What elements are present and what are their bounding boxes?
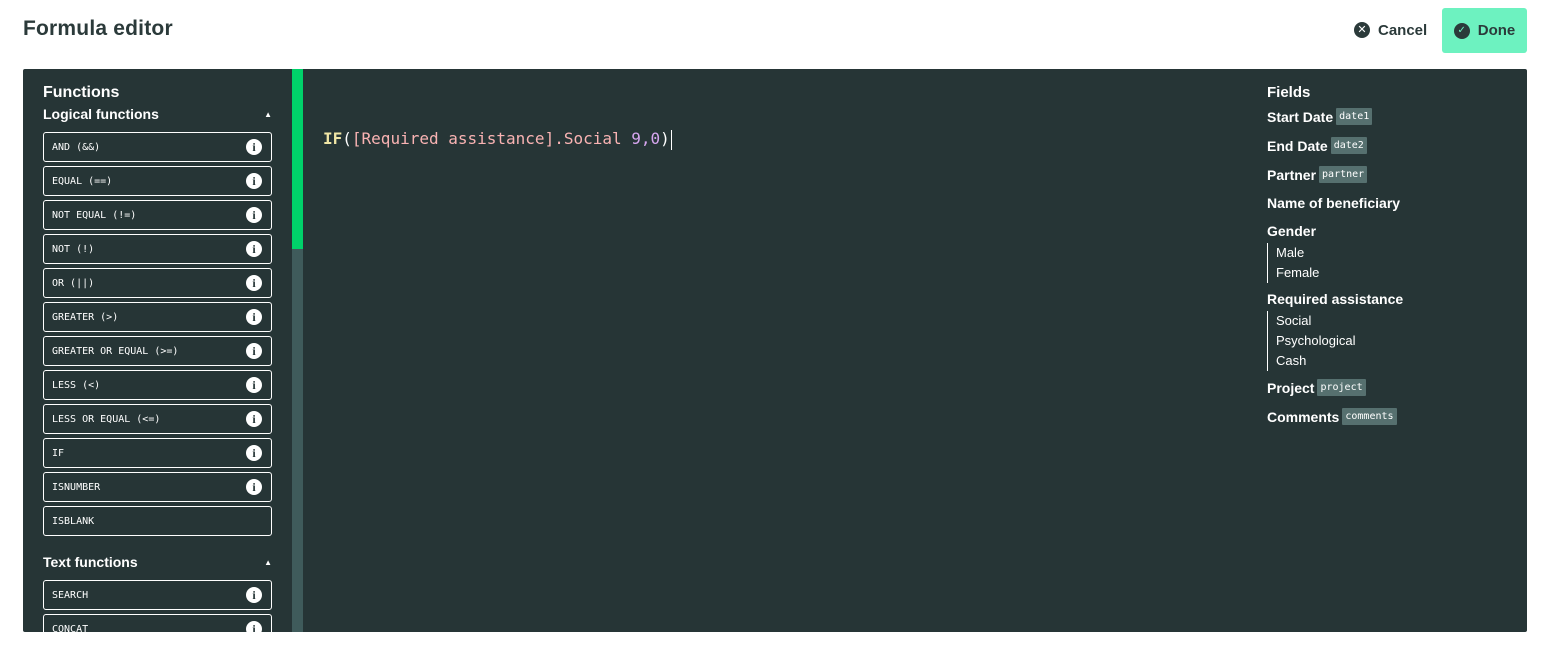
function-label: IF bbox=[52, 447, 65, 459]
info-icon[interactable]: i bbox=[246, 241, 262, 257]
info-icon[interactable]: i bbox=[246, 173, 262, 189]
field-label: Comments bbox=[1267, 408, 1340, 425]
gender-options: Male Female bbox=[1267, 243, 1319, 283]
option-psychological[interactable]: Psychological bbox=[1276, 331, 1356, 351]
info-icon[interactable]: i bbox=[246, 139, 262, 155]
info-icon[interactable]: i bbox=[246, 207, 262, 223]
function-item-not-equal[interactable]: NOT EQUAL (!=) i bbox=[43, 200, 272, 230]
function-label: AND (&&) bbox=[52, 141, 101, 153]
required-assistance-options: Social Psychological Cash bbox=[1267, 311, 1356, 371]
function-label: OR (||) bbox=[52, 277, 95, 289]
field-project[interactable]: Project project bbox=[1267, 379, 1366, 396]
done-label: Done bbox=[1477, 22, 1516, 39]
field-start-date[interactable]: Start Date date1 bbox=[1267, 108, 1373, 125]
field-label: Project bbox=[1267, 379, 1315, 396]
field-tag: date2 bbox=[1330, 137, 1367, 154]
function-label: SEARCH bbox=[52, 589, 89, 601]
formula-field-ref: [Required assistance].Social bbox=[351, 129, 622, 148]
field-tag: project bbox=[1317, 379, 1366, 396]
function-item-equal[interactable]: EQUAL (==) i bbox=[43, 166, 272, 196]
info-icon[interactable]: i bbox=[246, 621, 262, 632]
page-title: Formula editor bbox=[23, 17, 173, 40]
formula-close-paren: ) bbox=[660, 129, 670, 148]
functions-scrollbar[interactable] bbox=[292, 69, 303, 632]
field-tag: partner bbox=[1319, 166, 1368, 183]
collapse-caret-icon: ▲ bbox=[264, 110, 272, 119]
function-item-and[interactable]: AND (&&) i bbox=[43, 132, 272, 162]
function-item-isblank[interactable]: ISBLANK bbox=[43, 506, 272, 536]
field-label: End Date bbox=[1267, 137, 1328, 154]
formula-input[interactable]: IF([Required assistance].Social 9,0) bbox=[323, 127, 672, 151]
function-item-search[interactable]: SEARCH i bbox=[43, 580, 272, 610]
check-circle-icon: ✓ bbox=[1453, 22, 1470, 39]
text-functions-header[interactable]: Text functions ▲ bbox=[43, 554, 272, 570]
function-item-not[interactable]: NOT (!) i bbox=[43, 234, 272, 264]
function-label: LESS OR EQUAL (<=) bbox=[52, 413, 161, 425]
field-partner[interactable]: Partner partner bbox=[1267, 166, 1368, 183]
editor-panel: Functions Logical functions ▲ AND (&&) i… bbox=[23, 69, 1527, 632]
field-tag: date1 bbox=[1336, 108, 1373, 125]
formula-function: IF bbox=[323, 129, 343, 148]
function-item-or[interactable]: OR (||) i bbox=[43, 268, 272, 298]
function-item-isnumber[interactable]: ISNUMBER i bbox=[43, 472, 272, 502]
function-label: LESS (<) bbox=[52, 379, 101, 391]
scrollbar-thumb[interactable] bbox=[292, 69, 303, 249]
field-label: Start Date bbox=[1267, 108, 1334, 125]
option-female[interactable]: Female bbox=[1276, 263, 1319, 283]
function-label: CONCAT bbox=[52, 623, 89, 633]
info-icon[interactable]: i bbox=[246, 377, 262, 393]
function-item-greater-or-equal[interactable]: GREATER OR EQUAL (>=) i bbox=[43, 336, 272, 366]
function-item-greater[interactable]: GREATER (>) i bbox=[43, 302, 272, 332]
text-cursor bbox=[670, 129, 672, 150]
group-title: Logical functions bbox=[43, 106, 159, 122]
group-title: Text functions bbox=[43, 554, 138, 570]
field-label: Name of beneficiary bbox=[1267, 195, 1401, 211]
info-icon[interactable]: i bbox=[246, 479, 262, 495]
field-comments[interactable]: Comments comments bbox=[1267, 408, 1397, 425]
function-item-concat[interactable]: CONCAT i bbox=[43, 614, 272, 632]
field-label: Required assistance bbox=[1267, 291, 1404, 307]
option-social[interactable]: Social bbox=[1276, 311, 1356, 331]
done-button[interactable]: ✓ Done bbox=[1442, 8, 1527, 53]
fields-sidebar: Fields Start Date date1 End Date date2 P… bbox=[1267, 69, 1517, 632]
field-tag: comments bbox=[1342, 408, 1397, 425]
formula-args: 9,0 bbox=[621, 129, 661, 148]
field-label: Partner bbox=[1267, 166, 1317, 183]
text-functions-list: SEARCH i CONCAT i bbox=[43, 580, 272, 632]
function-label: ISNUMBER bbox=[52, 481, 101, 493]
logical-functions-header[interactable]: Logical functions ▲ bbox=[43, 106, 272, 122]
field-label: Gender bbox=[1267, 223, 1317, 239]
collapse-caret-icon: ▲ bbox=[264, 558, 272, 567]
field-required-assistance[interactable]: Required assistance bbox=[1267, 291, 1403, 307]
function-label: ISBLANK bbox=[52, 515, 95, 527]
option-cash[interactable]: Cash bbox=[1276, 351, 1356, 371]
function-label: GREATER OR EQUAL (>=) bbox=[52, 345, 179, 357]
close-circle-icon: ✕ bbox=[1354, 22, 1370, 38]
functions-sidebar: Functions Logical functions ▲ AND (&&) i… bbox=[43, 69, 293, 632]
option-male[interactable]: Male bbox=[1276, 243, 1319, 263]
info-icon[interactable]: i bbox=[246, 587, 262, 603]
header: Formula editor ✕ Cancel ✓ Done bbox=[0, 0, 1550, 64]
fields-title: Fields bbox=[1267, 84, 1311, 101]
field-name-of-beneficiary[interactable]: Name of beneficiary bbox=[1267, 195, 1400, 211]
cancel-button[interactable]: ✕ Cancel bbox=[1346, 14, 1435, 46]
field-gender[interactable]: Gender bbox=[1267, 223, 1316, 239]
function-item-if[interactable]: IF i bbox=[43, 438, 272, 468]
function-item-less[interactable]: LESS (<) i bbox=[43, 370, 272, 400]
info-icon[interactable]: i bbox=[246, 343, 262, 359]
logical-functions-list: AND (&&) i EQUAL (==) i NOT EQUAL (!=) i… bbox=[43, 132, 272, 540]
function-label: NOT EQUAL (!=) bbox=[52, 209, 137, 221]
cancel-label: Cancel bbox=[1378, 21, 1428, 39]
functions-title: Functions bbox=[43, 84, 120, 101]
function-label: EQUAL (==) bbox=[52, 175, 113, 187]
info-icon[interactable]: i bbox=[246, 309, 262, 325]
info-icon[interactable]: i bbox=[246, 275, 262, 291]
function-label: NOT (!) bbox=[52, 243, 95, 255]
field-end-date[interactable]: End Date date2 bbox=[1267, 137, 1367, 154]
function-item-less-or-equal[interactable]: LESS OR EQUAL (<=) i bbox=[43, 404, 272, 434]
info-icon[interactable]: i bbox=[246, 411, 262, 427]
formula-open-paren: ( bbox=[342, 129, 352, 148]
info-icon[interactable]: i bbox=[246, 445, 262, 461]
function-label: GREATER (>) bbox=[52, 311, 119, 323]
